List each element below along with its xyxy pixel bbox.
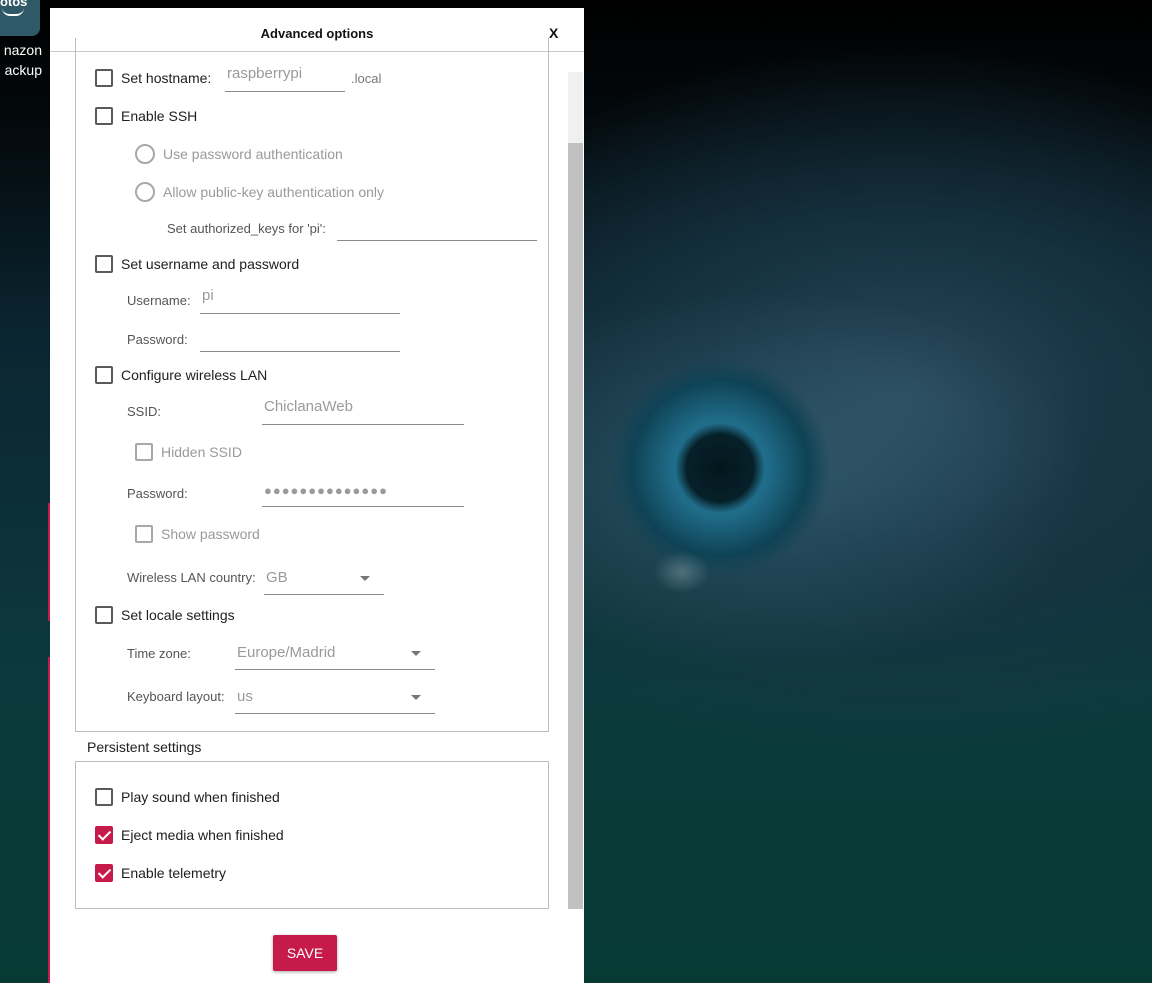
advanced-options-dialog: Advanced options X Set hostname: raspber…	[50, 8, 584, 983]
password-auth-radio[interactable]	[135, 144, 155, 164]
hostname-field[interactable]: raspberrypi	[225, 67, 345, 92]
chevron-down-icon	[411, 651, 421, 656]
amazon-photos-desktop-icon[interactable]: hotos nazon ackup	[0, 0, 46, 90]
password-auth-label: Use password authentication	[163, 146, 343, 162]
desktop-icon-caption: nazon ackup	[0, 40, 42, 80]
amazon-smile-icon	[2, 8, 24, 16]
timezone-value: Europe/Madrid	[237, 644, 336, 661]
timezone-select[interactable]: Europe/Madrid	[235, 640, 435, 670]
authorized-keys-label: Set authorized_keys for 'pi':	[167, 221, 326, 236]
scrollbar-thumb[interactable]	[568, 143, 583, 909]
hostname-suffix: .local	[351, 71, 382, 86]
chevron-down-icon	[360, 576, 370, 581]
keyboard-layout-value: us	[237, 688, 253, 705]
set-locale-label: Set locale settings	[121, 607, 235, 623]
wifi-password-label: Password:	[127, 486, 188, 501]
chevron-down-icon	[411, 695, 421, 700]
wifi-country-select[interactable]: GB	[264, 565, 384, 595]
enable-ssh-label: Enable SSH	[121, 108, 198, 124]
set-locale-checkbox[interactable]	[95, 606, 113, 624]
enable-telemetry-checkbox[interactable]	[95, 864, 113, 882]
show-password-checkbox[interactable]	[135, 525, 153, 543]
enable-telemetry-label: Enable telemetry	[121, 865, 227, 881]
close-button[interactable]: X	[549, 25, 558, 41]
authorized-keys-field[interactable]	[337, 217, 537, 241]
timezone-label: Time zone:	[127, 646, 191, 661]
options-group	[75, 38, 549, 732]
set-user-checkbox[interactable]	[95, 255, 113, 273]
save-button[interactable]: SAVE	[273, 935, 337, 971]
play-sound-label: Play sound when finished	[121, 789, 280, 805]
set-hostname-label: Set hostname:	[121, 70, 212, 86]
set-hostname-checkbox[interactable]	[95, 69, 113, 87]
user-password-field[interactable]	[200, 328, 400, 352]
configure-wifi-checkbox[interactable]	[95, 366, 113, 384]
wifi-password-field[interactable]: ●●●●●●●●●●●●●●	[262, 481, 464, 507]
hidden-ssid-checkbox[interactable]	[135, 443, 153, 461]
username-field[interactable]: pi	[200, 287, 400, 314]
eject-media-label: Eject media when finished	[121, 827, 284, 843]
configure-wifi-label: Configure wireless LAN	[121, 367, 268, 383]
pubkey-auth-label: Allow public-key authentication only	[163, 184, 385, 200]
wifi-country-value: GB	[266, 569, 288, 586]
desktop-icon-caption-line1: nazon	[3, 42, 42, 58]
enable-ssh-checkbox[interactable]	[95, 107, 113, 125]
show-password-label: Show password	[161, 526, 260, 542]
keyboard-layout-select[interactable]: us	[235, 684, 435, 714]
username-label: Username:	[127, 293, 191, 308]
wifi-country-label: Wireless LAN country:	[127, 570, 256, 585]
eject-media-checkbox[interactable]	[95, 826, 113, 844]
ssid-field[interactable]: ChiclanaWeb	[262, 398, 464, 425]
persistent-settings-title: Persistent settings	[87, 739, 202, 755]
ssid-label: SSID:	[127, 404, 161, 419]
pubkey-auth-radio[interactable]	[135, 182, 155, 202]
play-sound-checkbox[interactable]	[95, 788, 113, 806]
set-user-label: Set username and password	[121, 256, 300, 272]
user-password-label: Password:	[127, 332, 188, 347]
hidden-ssid-label: Hidden SSID	[161, 444, 242, 460]
desktop-icon-caption-line2: ackup	[4, 62, 42, 78]
keyboard-layout-label: Keyboard layout:	[127, 689, 225, 704]
amazon-photos-icon: hotos	[0, 0, 40, 36]
